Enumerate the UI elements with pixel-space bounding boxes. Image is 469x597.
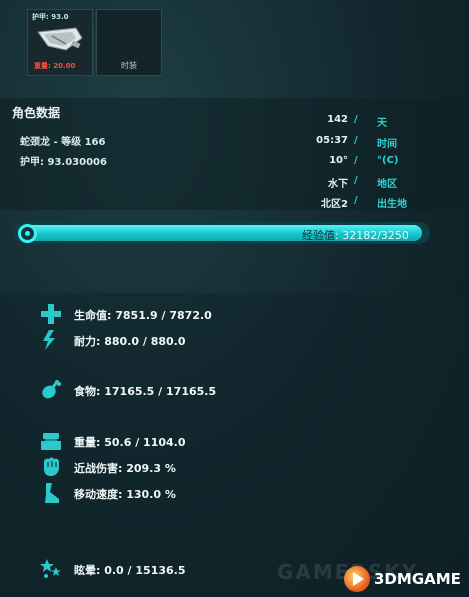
info-value: 北区2 <box>321 199 348 210</box>
stat-text: 食物: 17165.5 / 17165.5 <box>74 385 217 398</box>
armor-weight-label: 重量: 20.00 <box>34 62 76 70</box>
stat-weight[interactable]: 重量: 50.6 / 1104.0 <box>40 430 340 452</box>
weight-scale-icon <box>41 433 61 450</box>
melee-fist-icon <box>44 457 59 476</box>
stat-food[interactable]: 食物: 17165.5 / 17165.5 <box>40 379 340 401</box>
3dmgame-logo-text: 3DMGAME <box>374 570 461 588</box>
character-data-title: 角色数据 <box>12 106 61 120</box>
armor-slot[interactable]: 护甲: 93.0 重量: 20.00 <box>27 9 93 76</box>
info-separator: / <box>354 155 358 166</box>
health-cross-icon <box>41 304 61 324</box>
costume-slot-label: 时装 <box>121 61 137 70</box>
info-row-day: 142 / 天 <box>300 114 460 129</box>
experience-orb-icon <box>18 224 37 243</box>
stat-text: 生命值: 7851.9 / 7872.0 <box>74 309 212 322</box>
info-label: 时间 <box>377 139 397 150</box>
info-value: 05:37 <box>316 135 348 146</box>
stat-stamina[interactable]: 耐力: 880.0 / 880.0 <box>40 329 340 351</box>
stat-movement[interactable]: 移动速度: 130.0 % <box>40 482 340 504</box>
costume-slot[interactable]: 时装 <box>96 9 162 76</box>
stat-text: 眩晕: 0.0 / 15136.5 <box>74 564 186 577</box>
stamina-bolt-icon <box>43 330 55 350</box>
experience-text: 经验值: 32182/3250 <box>302 229 409 242</box>
stat-text: 耐力: 880.0 / 880.0 <box>74 335 186 348</box>
info-row-time: 05:37 / 时间 <box>300 135 460 150</box>
info-label: °(C) <box>377 155 399 166</box>
info-value: 10° <box>329 155 348 166</box>
stat-text: 移动速度: 130.0 % <box>74 488 176 501</box>
info-value: 142 <box>327 114 348 125</box>
3dm-badge-icon <box>344 566 370 592</box>
stat-health[interactable]: 生命值: 7851.9 / 7872.0 <box>40 303 340 325</box>
experience-label: 经验值 <box>302 229 335 242</box>
info-separator: / <box>354 114 358 125</box>
info-value: 水下 <box>328 179 348 190</box>
stat-text: 重量: 50.6 / 1104.0 <box>74 436 186 449</box>
experience-value: 32182/3250 <box>342 229 409 242</box>
armor-total-line: 护甲: 93.030006 <box>20 157 107 168</box>
species-level-line: 蛇颈龙 - 等级 166 <box>20 137 106 148</box>
info-separator: / <box>354 175 358 186</box>
info-row-birthplace: 北区2 / 出生地 <box>300 195 460 210</box>
info-separator: / <box>354 135 358 146</box>
torpor-stars-icon <box>40 559 61 578</box>
info-separator: / <box>354 195 358 206</box>
info-row-region: 水下 / 地区 <box>300 175 460 190</box>
armor-value-label: 护甲: 93.0 <box>32 13 69 21</box>
stat-text: 近战伤害: 209.3 % <box>74 462 176 475</box>
info-label: 天 <box>377 118 387 129</box>
movement-foot-icon <box>45 483 59 503</box>
info-row-temperature: 10° / °(C) <box>300 155 460 169</box>
saddle-armor-icon <box>37 27 83 51</box>
stat-melee[interactable]: 近战伤害: 209.3 % <box>40 456 340 478</box>
info-label: 地区 <box>377 179 397 190</box>
food-drumstick-icon <box>42 380 61 399</box>
info-label: 出生地 <box>377 199 407 210</box>
